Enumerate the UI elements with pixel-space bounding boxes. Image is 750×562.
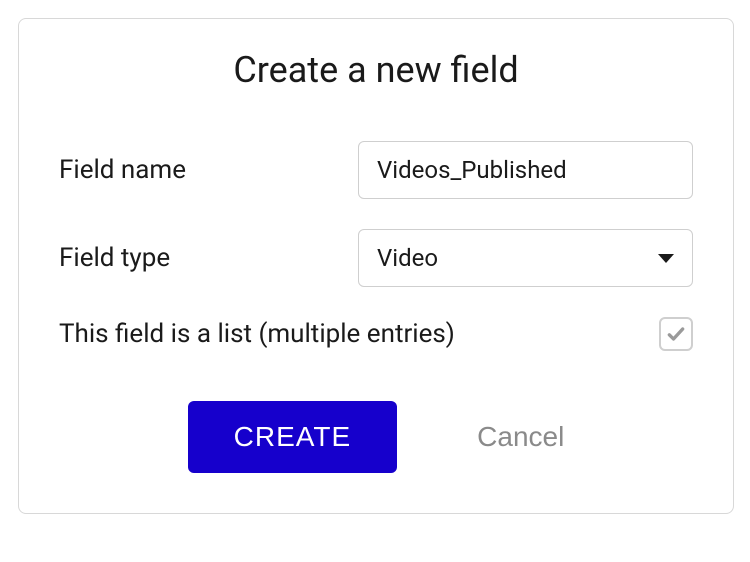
list-checkbox-label: This field is a list (multiple entries) — [59, 319, 455, 349]
checkmark-icon — [666, 324, 686, 344]
dialog-actions: CREATE Cancel — [59, 401, 693, 473]
field-name-input[interactable] — [358, 141, 693, 199]
field-name-row: Field name — [59, 141, 693, 199]
field-type-label: Field type — [59, 243, 170, 273]
list-checkbox-row: This field is a list (multiple entries) — [59, 317, 693, 351]
cancel-button[interactable]: Cancel — [477, 421, 564, 453]
create-field-dialog: Create a new field Field name Field type… — [18, 18, 734, 514]
list-checkbox[interactable] — [659, 317, 693, 351]
field-type-value: Video — [377, 244, 658, 272]
field-type-row: Field type Video — [59, 229, 693, 287]
field-name-label: Field name — [59, 155, 186, 185]
field-type-select[interactable]: Video — [358, 229, 693, 287]
create-button[interactable]: CREATE — [188, 401, 398, 473]
dialog-title: Create a new field — [59, 49, 693, 91]
chevron-down-icon — [658, 254, 674, 263]
